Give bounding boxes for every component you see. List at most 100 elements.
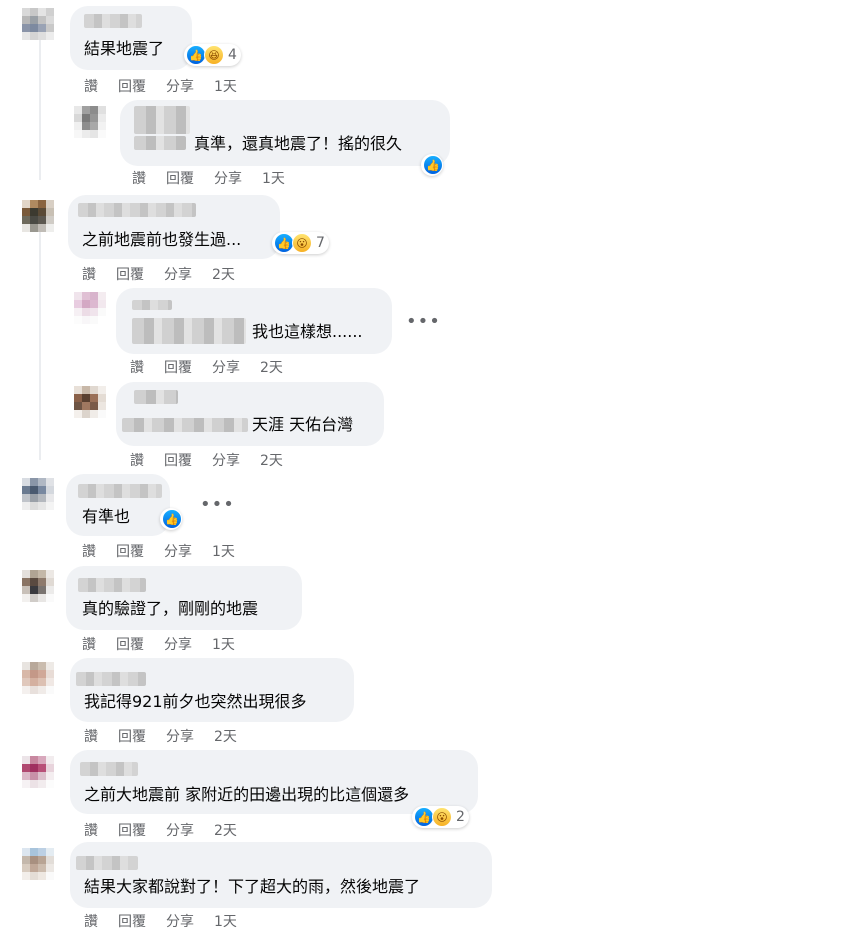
reaction-summary[interactable]: 👍: [160, 508, 182, 530]
timestamp[interactable]: 2天: [212, 264, 235, 284]
comment-actions: 讚 回覆 分享 2天: [84, 726, 237, 746]
comment-actions: 讚 回覆 分享 1天: [82, 634, 235, 654]
timestamp[interactable]: 2天: [260, 357, 283, 377]
reply-button[interactable]: 回覆: [116, 634, 144, 654]
share-button[interactable]: 分享: [214, 168, 242, 188]
comment-text: 結果大家都說對了！下了超大的雨，然後地震了: [84, 877, 421, 896]
avatar[interactable]: [22, 848, 54, 880]
reply-button[interactable]: 回覆: [116, 264, 144, 284]
share-button[interactable]: 分享: [164, 634, 192, 654]
comment-actions: 讚 回覆 分享 1天: [84, 911, 237, 931]
comment-bubble: 真準，還真地震了！搖的很久: [120, 100, 450, 166]
comment-bubble: 結果大家都說對了！下了超大的雨，然後地震了: [70, 842, 492, 908]
like-button[interactable]: 讚: [82, 264, 96, 284]
like-icon: 👍: [186, 45, 206, 65]
reply-button[interactable]: 回覆: [118, 76, 146, 96]
reply-button[interactable]: 回覆: [166, 168, 194, 188]
share-button[interactable]: 分享: [164, 264, 192, 284]
reaction-count: 4: [228, 47, 237, 63]
comment-actions: 讚 回覆 分享 1天: [132, 168, 285, 188]
author-name[interactable]: [78, 484, 162, 498]
reaction-summary[interactable]: 👍 😮 7: [272, 232, 329, 254]
like-button[interactable]: 讚: [82, 634, 96, 654]
share-button[interactable]: 分享: [166, 911, 194, 931]
like-button[interactable]: 讚: [84, 76, 98, 96]
like-icon: 👍: [423, 155, 443, 175]
comment-text: 有準也: [82, 507, 131, 526]
timestamp[interactable]: 2天: [214, 726, 237, 746]
avatar[interactable]: [74, 386, 106, 418]
reaction-summary[interactable]: 👍: [421, 154, 443, 176]
like-button[interactable]: 讚: [84, 820, 98, 840]
wow-icon: 😮: [432, 807, 452, 827]
reaction-summary[interactable]: 👍 😮 2: [412, 806, 469, 828]
wow-icon: 😮: [292, 233, 312, 253]
comment-bubble: 有準也: [66, 474, 170, 536]
author-name[interactable]: [134, 106, 190, 134]
author-name[interactable]: [76, 856, 138, 870]
comment-text: 真準，還真地震了！搖的很久: [194, 134, 403, 153]
avatar[interactable]: [22, 8, 54, 40]
comment-bubble: 天涯 天佑台灣: [116, 382, 384, 446]
author-name[interactable]: [134, 390, 178, 404]
author-name[interactable]: [132, 300, 172, 310]
comment-bubble: 我也這樣想......: [116, 288, 392, 354]
like-button[interactable]: 讚: [132, 168, 146, 188]
timestamp[interactable]: 1天: [214, 911, 237, 931]
author-name[interactable]: [80, 762, 138, 776]
reply-button[interactable]: 回覆: [116, 541, 144, 561]
author-name[interactable]: [78, 578, 146, 592]
share-button[interactable]: 分享: [166, 820, 194, 840]
reaction-count: 2: [456, 809, 465, 825]
timestamp[interactable]: 1天: [214, 76, 237, 96]
haha-icon: 😆: [204, 45, 224, 65]
share-button[interactable]: 分享: [212, 450, 240, 470]
author-name[interactable]: [84, 14, 142, 28]
reply-button[interactable]: 回覆: [118, 820, 146, 840]
avatar[interactable]: [74, 106, 106, 138]
avatar[interactable]: [22, 570, 54, 602]
author-name-extra: [132, 318, 246, 344]
comment-text: 真的驗證了，剛剛的地震: [82, 599, 259, 618]
comment-actions: 讚 回覆 分享 1天: [84, 76, 237, 96]
thread-line: [39, 230, 41, 460]
reaction-summary[interactable]: 👍 😆 4: [184, 44, 241, 66]
share-button[interactable]: 分享: [166, 726, 194, 746]
comment-actions: 讚 回覆 分享 2天: [84, 820, 237, 840]
avatar[interactable]: [22, 756, 54, 788]
comment-text: 之前大地震前 家附近的田邊出現的比這個還多: [84, 785, 410, 804]
like-button[interactable]: 讚: [130, 450, 144, 470]
reply-button[interactable]: 回覆: [164, 357, 192, 377]
avatar[interactable]: [22, 200, 54, 232]
share-button[interactable]: 分享: [166, 76, 194, 96]
timestamp[interactable]: 2天: [260, 450, 283, 470]
more-options-icon[interactable]: •••: [406, 313, 441, 331]
comment-text: 我記得921前夕也突然出現很多: [84, 692, 307, 711]
timestamp[interactable]: 1天: [212, 541, 235, 561]
like-button[interactable]: 讚: [84, 726, 98, 746]
avatar[interactable]: [74, 292, 106, 324]
timestamp[interactable]: 2天: [214, 820, 237, 840]
author-name-extra: [122, 418, 248, 432]
avatar[interactable]: [22, 478, 54, 510]
like-icon: 👍: [162, 509, 182, 529]
like-button[interactable]: 讚: [82, 541, 96, 561]
author-name[interactable]: [78, 203, 196, 217]
like-button[interactable]: 讚: [84, 911, 98, 931]
comment-text: 我也這樣想......: [252, 322, 363, 341]
more-options-icon[interactable]: •••: [200, 496, 235, 514]
comment-text: 結果地震了: [84, 39, 165, 58]
comment-bubble: 之前大地震前 家附近的田邊出現的比這個還多: [70, 750, 478, 814]
comment-actions: 讚 回覆 分享 2天: [82, 264, 235, 284]
share-button[interactable]: 分享: [164, 541, 192, 561]
avatar[interactable]: [22, 662, 54, 694]
share-button[interactable]: 分享: [212, 357, 240, 377]
thread-line: [39, 40, 41, 180]
reply-button[interactable]: 回覆: [118, 726, 146, 746]
author-name[interactable]: [76, 672, 146, 686]
reply-button[interactable]: 回覆: [118, 911, 146, 931]
timestamp[interactable]: 1天: [212, 634, 235, 654]
timestamp[interactable]: 1天: [262, 168, 285, 188]
reply-button[interactable]: 回覆: [164, 450, 192, 470]
like-button[interactable]: 讚: [130, 357, 144, 377]
